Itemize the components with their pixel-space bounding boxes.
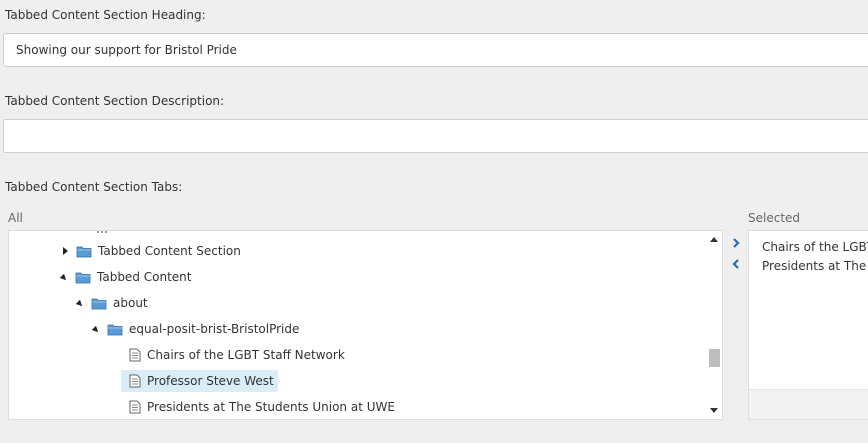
tabs-label: Tabbed Content Section Tabs:: [5, 180, 183, 194]
collapse-arrow-icon[interactable]: [91, 325, 101, 335]
collapse-arrow-icon[interactable]: [59, 273, 69, 283]
selected-item[interactable]: Presidents at The S: [762, 259, 868, 273]
tree-item-about[interactable]: about: [75, 292, 148, 314]
scroll-up-icon[interactable]: [710, 237, 718, 242]
tree-item-label: Presidents at The Students Union at UWE: [147, 400, 395, 414]
selected-panel-footer: [749, 389, 868, 419]
tree-item-presidents-students-union[interactable]: Presidents at The Students Union at UWE: [127, 396, 395, 418]
folder-icon: [76, 244, 92, 258]
selected-items-list[interactable]: Chairs of the LGBT Presidents at The S: [748, 230, 868, 420]
tree-item-label: Professor Steve West: [147, 374, 274, 388]
folder-icon: [107, 322, 123, 336]
chevron-left-icon: [732, 259, 739, 269]
heading-label: Tabbed Content Section Heading:: [5, 8, 206, 22]
move-right-button[interactable]: [731, 237, 741, 249]
tree-item-label: Tabbed Content Section: [98, 244, 241, 258]
folder-icon: [91, 296, 107, 310]
tree-item-label: Tabbed Content: [97, 270, 192, 284]
tree-item-equal-posit-brist-bristolpride[interactable]: equal-posit-brist-BristolPride: [91, 318, 300, 340]
document-icon: [129, 348, 141, 362]
tree-item-label: Chairs of the LGBT Staff Network: [147, 348, 345, 362]
tree-item-label: equal-posit-brist-BristolPride: [129, 322, 300, 336]
tree-connector: [97, 231, 107, 233]
heading-input[interactable]: Showing our support for Bristol Pride: [3, 33, 868, 67]
description-input[interactable]: [3, 119, 868, 153]
folder-icon: [75, 270, 91, 284]
chevron-right-icon: [733, 238, 740, 248]
scroll-down-icon[interactable]: [710, 408, 718, 413]
all-items-tree[interactable]: Tabbed Content Section Tabbed Content ab…: [8, 230, 723, 420]
document-icon: [129, 400, 141, 414]
tree-item-tabbed-content-section[interactable]: Tabbed Content Section: [63, 240, 241, 262]
tree-item-label: about: [113, 296, 148, 310]
collapse-arrow-icon[interactable]: [75, 299, 85, 309]
selected-item[interactable]: Chairs of the LGBT: [762, 240, 868, 254]
description-label: Tabbed Content Section Description:: [5, 94, 225, 108]
tree-item-professor-steve-west[interactable]: Professor Steve West: [121, 370, 278, 392]
tree-item-tabbed-content[interactable]: Tabbed Content: [59, 266, 192, 288]
move-left-button[interactable]: [731, 258, 741, 270]
expand-arrow-icon[interactable]: [63, 247, 68, 255]
tree-item-chairs-lgbt[interactable]: Chairs of the LGBT Staff Network: [127, 344, 345, 366]
tree-scrollbar[interactable]: [706, 231, 722, 419]
all-column-label: All: [8, 211, 23, 225]
document-icon: [129, 374, 141, 388]
scroll-thumb[interactable]: [709, 349, 720, 367]
selected-column-label: Selected: [748, 211, 801, 225]
